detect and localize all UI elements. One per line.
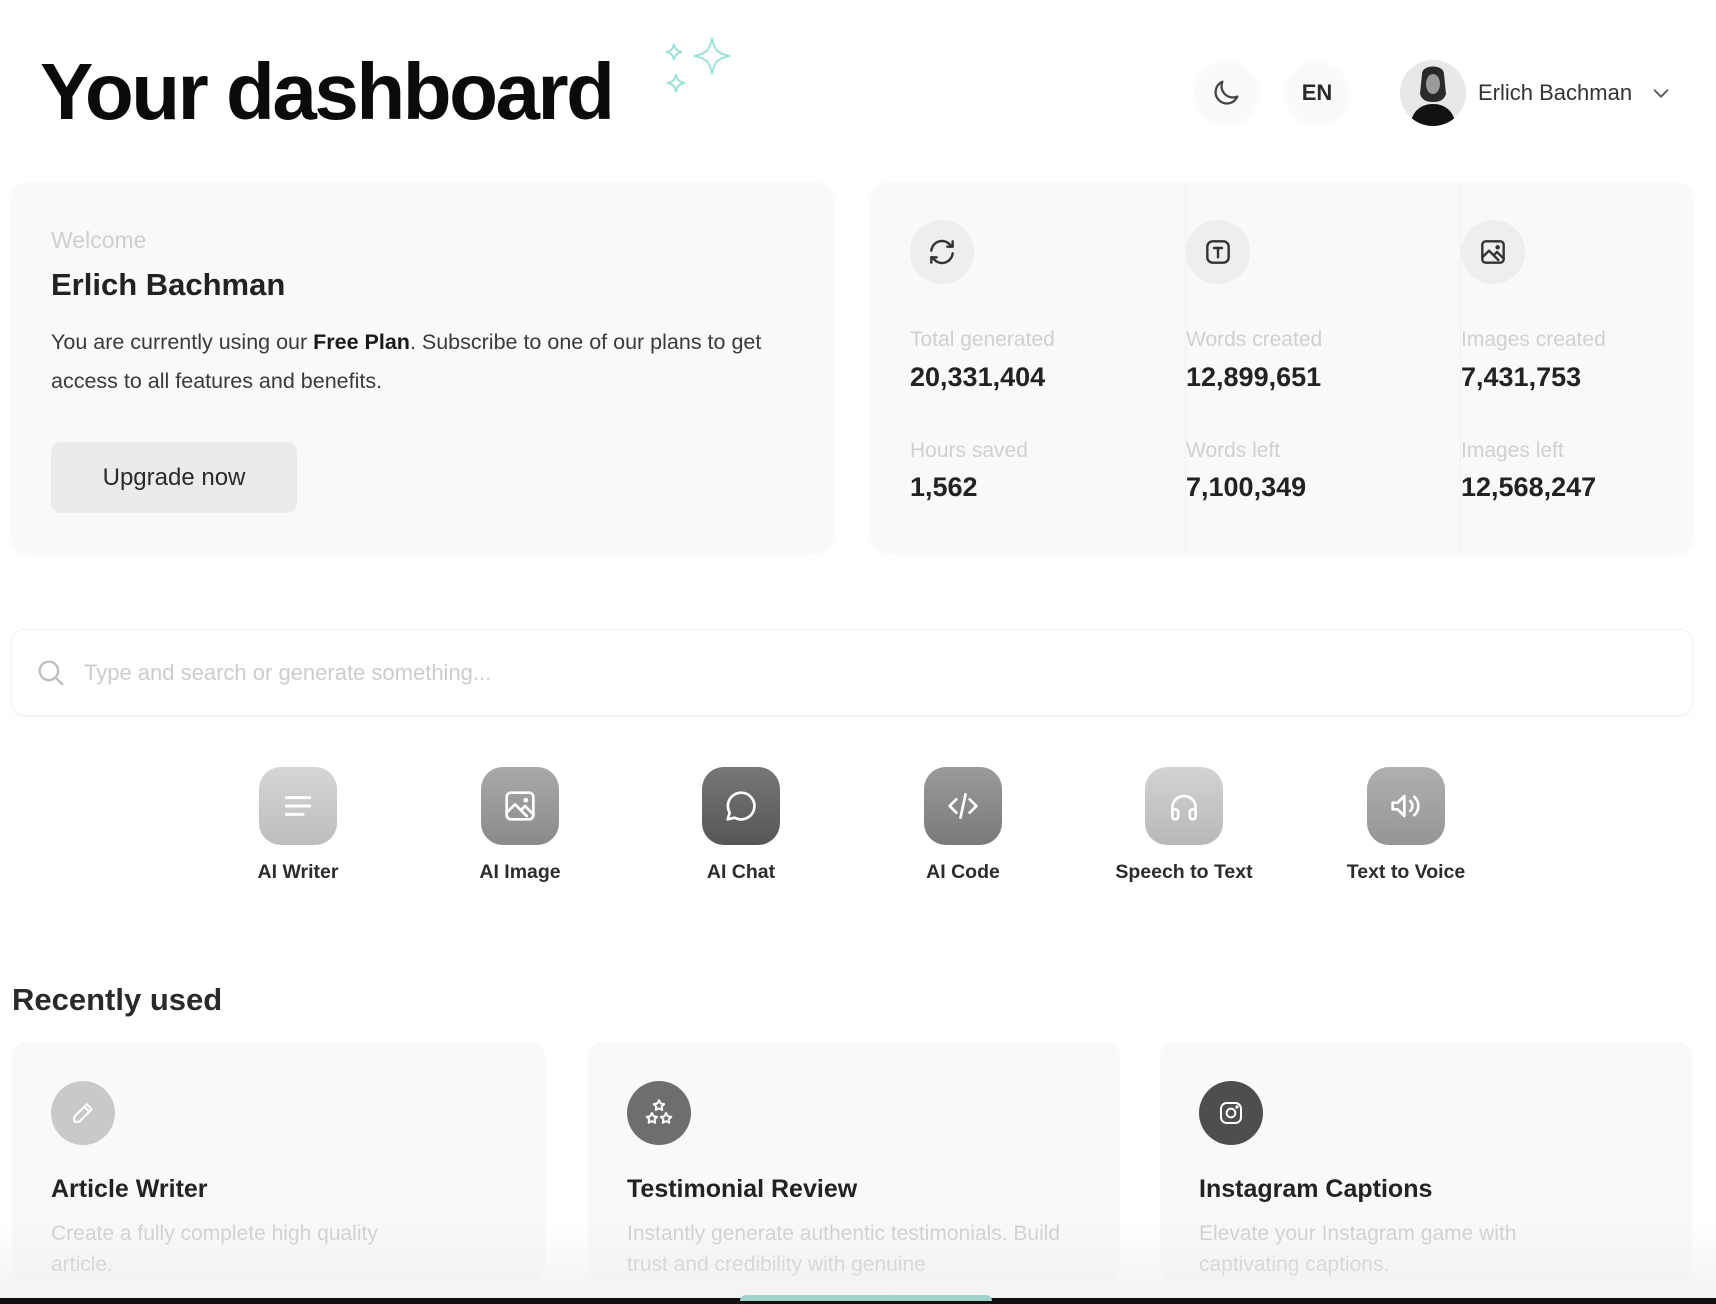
recent-card-testimonial-review[interactable]: Testimonial Review Instantly generate au… [588,1042,1120,1282]
chevron-down-icon [1653,89,1669,98]
recently-used-heading: Recently used [12,982,223,1017]
stat-value: 12,568,247 [1461,472,1597,502]
pencil-icon [73,1103,93,1123]
app-tile[interactable] [1367,767,1445,845]
recent-card-title: Instagram Captions [1199,1175,1433,1203]
app-speech-to-text[interactable]: Speech to Text [1084,767,1284,884]
recent-card-title: Testimonial Review [627,1175,858,1203]
lines-icon [284,796,312,816]
recent-card-desc: Elevate your Instagram game with captiva… [1199,1222,1517,1276]
image-icon [505,791,535,821]
stars-icon [645,1099,673,1124]
welcome-label: Welcome [51,227,147,253]
avatar [1400,60,1466,126]
plan-desc-pre: You are currently using our [51,330,314,354]
app-label: AI Image [479,861,561,883]
app-text-to-voice[interactable]: Text to Voice [1306,767,1506,884]
recent-card-instagram-captions[interactable]: Instagram Captions Elevate your Instagra… [1160,1042,1692,1282]
user-menu[interactable]: Erlich Bachman [1400,58,1672,128]
upgrade-button[interactable]: Upgrade now [51,442,297,513]
recent-card-title: Article Writer [51,1175,208,1203]
headphones-icon [1171,794,1197,821]
recent-card-desc: Create a fully complete high quality art… [51,1222,378,1276]
stat-icon-badge [1186,220,1250,284]
app-ai-code[interactable]: AI Code [863,767,1063,884]
app-label: AI Writer [257,861,339,883]
speaker-icon [1391,794,1420,818]
app-tile[interactable] [1145,767,1223,845]
app-ai-writer[interactable]: AI Writer [198,767,398,884]
app-label: AI Code [926,861,1000,883]
recent-card-icon-badge [627,1081,691,1145]
search-bar[interactable] [12,630,1692,715]
welcome-card: Welcome Erlich Bachman You are currently… [12,183,832,552]
app-label: AI Chat [706,861,776,883]
stat-column-images: Images created 7,431,753 Images left 12,… [1460,183,1716,552]
code-icon [948,793,978,819]
app-tile[interactable] [481,767,559,845]
app-ai-chat[interactable]: AI Chat [641,767,841,884]
stats-card: Total generated 20,331,404 Hours saved 1… [872,183,1692,552]
image-icon [1481,240,1505,264]
stat-label: Images left [1461,439,1564,462]
moon-icon [1214,80,1239,105]
sparkles-icon [665,37,731,93]
recent-card-article-writer[interactable]: Article Writer Create a fully complete h… [12,1042,545,1282]
recent-card-desc: Instantly generate authentic testimonial… [627,1222,1061,1276]
stat-value: 7,100,349 [1186,472,1307,502]
stat-column-total: Total generated 20,331,404 Hours saved 1… [910,183,1185,552]
stat-icon-badge [910,220,974,284]
stat-label: Words created [1186,328,1323,351]
stat-value: 12,899,651 [1186,362,1322,392]
stat-label: Images created [1461,328,1606,351]
stat-icon-badge [1461,220,1525,284]
app-tile[interactable] [702,767,780,845]
stat-label: Hours saved [910,439,1028,462]
dock-tab[interactable] [740,1295,992,1301]
app-label: Speech to Text [1115,861,1253,883]
app-tile[interactable] [924,767,1002,845]
stat-column-words: Words created 12,899,651 Words left 7,10… [1185,183,1460,552]
welcome-user-name: Erlich Bachman [51,267,286,302]
refresh-icon [930,239,954,265]
stat-value: 1,562 [910,472,978,502]
app-ai-image[interactable]: AI Image [420,767,620,884]
instagram-icon [1220,1102,1242,1124]
search-icon [38,660,64,686]
stat-label: Words left [1186,439,1281,462]
recent-card-icon-badge [1199,1081,1263,1145]
recent-card-icon-badge [51,1081,115,1145]
search-input[interactable] [84,630,1664,715]
stat-value: 20,331,404 [910,362,1046,392]
stat-label: Total generated [910,328,1055,351]
theme-toggle-button[interactable] [1195,62,1257,124]
user-name: Erlich Bachman [1478,80,1633,105]
plan-name: Free Plan [313,330,410,354]
chat-bubble-icon [726,791,756,821]
app-tile[interactable] [259,767,337,845]
language-button[interactable]: EN [1286,62,1348,124]
stat-value: 7,431,753 [1461,362,1582,392]
text-icon [1206,240,1230,264]
page-title: Your dashboard [40,47,615,136]
app-label: Text to Voice [1346,861,1466,883]
plan-description: You are currently using our Free Plan. S… [51,323,801,401]
